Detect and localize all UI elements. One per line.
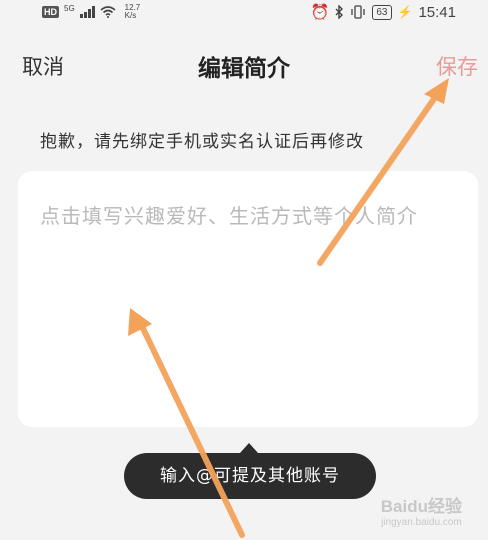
bio-textarea[interactable]: 点击填写兴趣爱好、生活方式等个人简介: [18, 171, 478, 427]
mention-tooltip: 输入@可提及其他账号: [124, 453, 376, 499]
watermark-sub: jingyan.baidu.com: [381, 517, 462, 528]
baidu-watermark: Baidu经验 jingyan.baidu.com: [381, 492, 462, 528]
network-speed: 12.7 K/s: [125, 4, 141, 20]
hd-badge: HD: [42, 6, 59, 18]
alarm-icon: ⏰: [310, 4, 330, 21]
wifi-icon: [100, 6, 116, 18]
status-bar-left: HD 5G 12.7 K/s: [42, 4, 140, 20]
vibrate-icon: [351, 5, 366, 19]
status-bar-right: ⏰ 63 ⚡ 15:41: [310, 3, 456, 22]
signal-icon: [79, 6, 95, 18]
tooltip-tail: [240, 443, 258, 453]
status-bar: HD 5G 12.7 K/s ⏰ 63 ⚡ 15:41: [0, 0, 488, 28]
page-title: 编辑简介: [198, 56, 290, 82]
speed-unit: K/s: [124, 11, 137, 20]
signal-label: 5G: [64, 3, 75, 13]
charging-icon: ⚡: [397, 5, 413, 19]
battery-indicator: 63: [372, 4, 392, 20]
save-button[interactable]: 保存: [436, 51, 478, 81]
bio-placeholder: 点击填写兴趣爱好、生活方式等个人简介: [40, 204, 418, 228]
watermark-brand: Baidu经验: [380, 497, 462, 516]
bluetooth-icon: [335, 5, 344, 19]
clock: 15:41: [418, 3, 456, 21]
verification-notice: 抱歉，请先绑定手机或实名认证后再修改: [40, 132, 364, 152]
